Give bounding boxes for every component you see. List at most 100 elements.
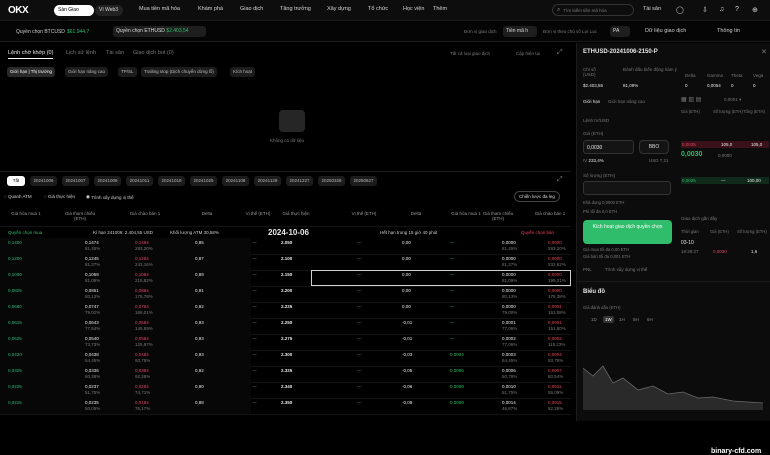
chart-range-tab[interactable]: 1H: [617, 316, 627, 323]
user-icon[interactable]: ◯: [676, 6, 684, 14]
call-ask[interactable]: 0,1084: [135, 272, 149, 277]
put-bid[interactable]: —: [450, 320, 455, 325]
btc-options-label[interactable]: Quyền chọn BTCUSD: [16, 29, 65, 35]
put-bid[interactable]: —: [450, 288, 455, 293]
expiry-tab[interactable]: 20241006: [30, 176, 57, 186]
call-ask[interactable]: 0,1284: [135, 256, 149, 261]
toggle-position-builder[interactable]: ◉ Trình xây dựng vị thế: [86, 194, 134, 200]
nav-more[interactable]: Thêm: [433, 6, 447, 12]
pnl-link[interactable]: PNL: [583, 267, 592, 272]
call-bid[interactable]: 0,1200: [8, 256, 22, 261]
eth-options-tab[interactable]: Quyền chọn ETHUSD $2.403,54: [113, 26, 206, 37]
call-ask[interactable]: 0,0184: [135, 400, 149, 405]
nav-buy[interactable]: Mua tiền mã hóa: [139, 6, 180, 12]
call-bid[interactable]: 0,0615: [8, 320, 22, 325]
tab-open-orders[interactable]: Lệnh chờ khớp (0): [8, 50, 54, 59]
tab-order-history[interactable]: Lịch sử lệnh: [66, 50, 96, 56]
call-bid[interactable]: 0,0680: [8, 304, 22, 309]
put-ask[interactable]: 0,0000: [548, 256, 562, 261]
assets-menu[interactable]: Tài sản: [643, 6, 661, 12]
expiry-tab[interactable]: 20250328: [318, 176, 345, 186]
put-bid[interactable]: 0,0003: [450, 352, 464, 357]
info-link[interactable]: Thông tin: [717, 28, 740, 34]
bbo-button[interactable]: BBO: [639, 140, 669, 154]
okx-logo[interactable]: OKX: [8, 5, 29, 16]
call-row-bg[interactable]: [0, 334, 251, 350]
price-chart[interactable]: [582, 328, 764, 410]
expiry-tab[interactable]: 20241227: [286, 176, 313, 186]
call-bid[interactable]: 0,0215: [8, 400, 22, 405]
call-ask[interactable]: 0,0284: [135, 384, 149, 389]
chip-tpsl[interactable]: TP/SL: [118, 67, 137, 77]
expiry-tab[interactable]: 20250627: [350, 176, 377, 186]
call-ask[interactable]: 0,0584: [135, 336, 149, 341]
nav-build[interactable]: Xây dựng: [327, 6, 351, 12]
call-bid[interactable]: 0,1400: [8, 240, 22, 245]
put-ask[interactable]: 0,0000: [548, 240, 562, 245]
submit-order-button[interactable]: Kích hoạt giao dịch quyền chọn: [583, 220, 672, 244]
type-filter[interactable]: Tất cả loại giao dịch: [450, 51, 490, 56]
tab-web3[interactable]: Ví Web3: [95, 5, 123, 16]
nav-explore[interactable]: Khám phá: [198, 6, 223, 12]
put-bid[interactable]: —: [450, 256, 455, 261]
call-row-bg[interactable]: [0, 350, 251, 366]
call-row-bg[interactable]: [0, 366, 251, 382]
call-row-bg[interactable]: [0, 254, 251, 270]
put-ask[interactable]: 0,0002: [548, 336, 562, 341]
nav-institutional[interactable]: Tổ chức: [368, 6, 388, 12]
chip-trigger[interactable]: Kích hoạt: [230, 67, 256, 77]
chart-range-tab[interactable]: 1D: [589, 316, 599, 323]
iv-usd-toggle[interactable]: Lệnh IV/USD: [583, 118, 609, 123]
put-bid[interactable]: 0,0009: [450, 384, 464, 389]
unit-select[interactable]: Tiền mã h: [503, 26, 537, 37]
call-bid[interactable]: 0,0825: [8, 288, 22, 293]
settle-select[interactable]: PA: [610, 26, 630, 37]
current-filter[interactable]: Cập hiện tại: [516, 51, 540, 56]
chip-advanced-limit[interactable]: Giới hạn nâng cao: [65, 67, 108, 77]
chip-trailing-stop[interactable]: Trailing stop (Dịch chuyển dừng lỗ): [141, 67, 217, 77]
expiry-tab[interactable]: 20241108: [222, 176, 249, 186]
expiry-tab[interactable]: 20241011: [126, 176, 153, 186]
tab-assets[interactable]: Tài sản: [106, 50, 124, 56]
call-row-bg[interactable]: [0, 318, 251, 334]
put-bid[interactable]: —: [450, 272, 455, 277]
toggle-strike[interactable]: ○ Giá thực hiện: [44, 194, 75, 199]
nav-learn[interactable]: Học viện: [403, 6, 424, 12]
multi-leg-strategy-button[interactable]: Chiến lược đa leg: [514, 191, 560, 202]
chart-range-tab[interactable]: 1W: [603, 316, 614, 323]
tab-advanced-limit[interactable]: Giới hạn nâng cao: [608, 99, 645, 104]
quantity-input[interactable]: [583, 181, 671, 195]
put-ask[interactable]: 0,0001: [548, 304, 562, 309]
put-bid[interactable]: 0,0009: [450, 400, 464, 405]
chart-range-tab[interactable]: 5H: [631, 316, 641, 323]
call-bid[interactable]: 0,0225: [8, 384, 22, 389]
call-ask[interactable]: 0,0484: [135, 352, 149, 357]
tab-limit[interactable]: Giới hạn: [583, 99, 600, 104]
call-row-bg[interactable]: [0, 398, 251, 414]
put-ask[interactable]: 0,0001: [548, 320, 562, 325]
expand-icon[interactable]: ⤢: [557, 49, 563, 57]
put-bid[interactable]: —: [450, 240, 455, 245]
ask-row[interactable]: 0,0035 105,0 105,0: [681, 141, 769, 148]
expiry-tab[interactable]: 20241129: [254, 176, 281, 186]
call-bid[interactable]: 0,0420: [8, 352, 22, 357]
globe-icon[interactable]: ⊕: [752, 6, 758, 14]
put-ask[interactable]: 0,0015: [548, 400, 562, 405]
call-ask[interactable]: 0,0384: [135, 368, 149, 373]
price-step-select[interactable]: 0,0001 ▾: [724, 97, 741, 103]
book-layout-icon[interactable]: ▦ ▥ ▤: [681, 96, 701, 103]
call-row-bg[interactable]: [0, 270, 251, 286]
expiry-tab[interactable]: Tất cả: [7, 176, 25, 193]
tab-bot-trading[interactable]: Giao dịch bot (0): [133, 50, 174, 56]
put-bid[interactable]: —: [450, 304, 455, 309]
nav-grow[interactable]: Tăng trưởng: [280, 6, 311, 12]
call-bid[interactable]: 0,0525: [8, 336, 22, 341]
nav-trade[interactable]: Giao dịch: [240, 6, 263, 12]
call-bid[interactable]: 0,1000: [8, 272, 22, 277]
expiry-tab[interactable]: 20241025: [190, 176, 217, 186]
put-ask[interactable]: 0,0004: [548, 352, 562, 357]
call-bid[interactable]: 0,0325: [8, 368, 22, 373]
tab-exchange[interactable]: Sàn Giao Dịch: [54, 5, 94, 24]
expiry-tab[interactable]: 20241008: [94, 176, 121, 186]
put-bid[interactable]: 0,0005: [450, 368, 464, 373]
